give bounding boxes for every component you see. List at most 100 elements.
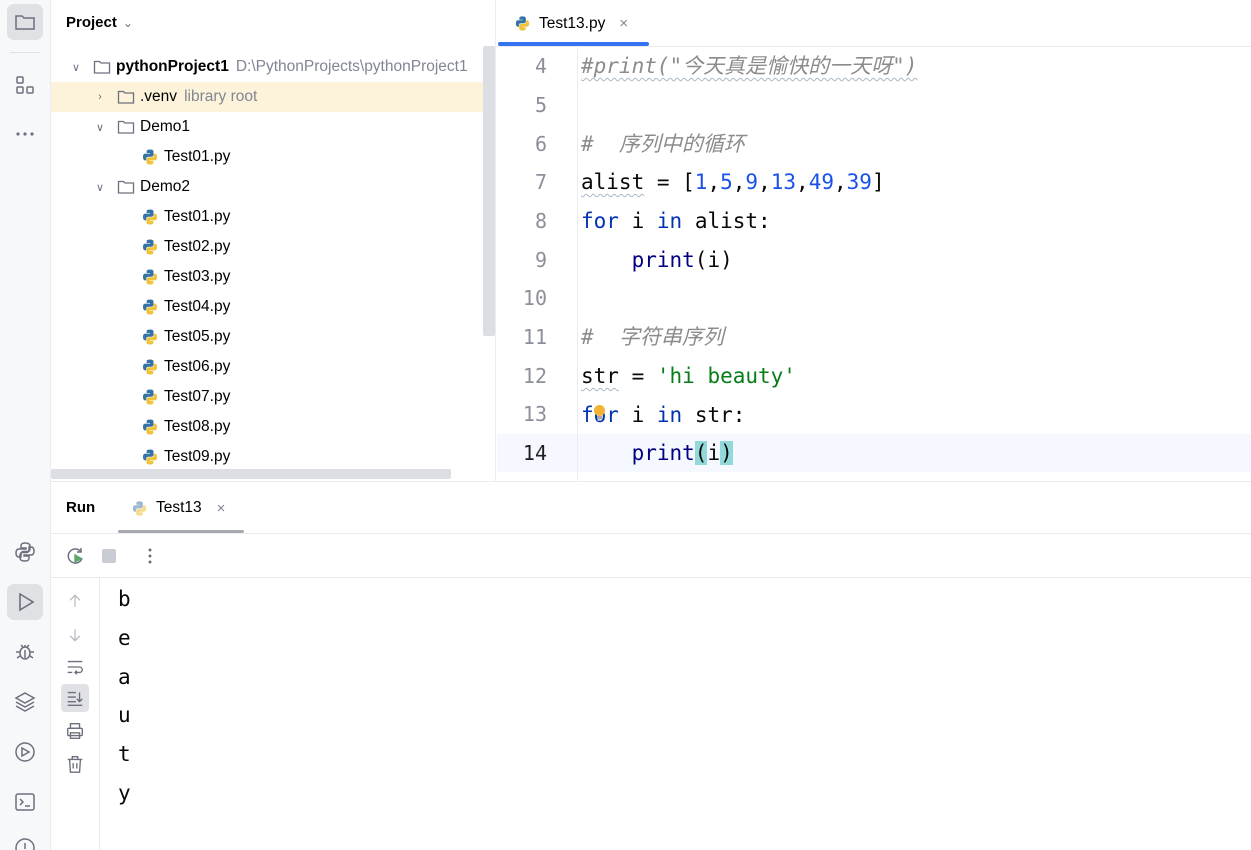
line-number: 4: [534, 54, 547, 78]
line-number-current: 14: [522, 441, 547, 465]
chevron-down-icon[interactable]: ⌄: [123, 16, 133, 30]
tree-item-label: Test09.py: [164, 448, 231, 465]
tree-item-file[interactable]: Test09.py: [51, 442, 495, 472]
python-file-icon: [143, 299, 157, 315]
tree-item-file[interactable]: Test01.py: [51, 142, 495, 172]
code-comment: #print("今天真是愉快的一天呀"): [581, 54, 918, 78]
tree-item-label: Test08.py: [164, 418, 231, 435]
code-keyword: in: [656, 403, 683, 427]
arrow-down-icon[interactable]: [64, 624, 86, 646]
tree-item-label: Test01.py: [164, 208, 231, 225]
problems-icon[interactable]: [7, 830, 43, 850]
run-side-toolbar: [51, 578, 100, 850]
rerun-icon[interactable]: [66, 546, 86, 566]
code-line-12[interactable]: str = 'hi beauty': [581, 357, 796, 396]
tree-item-label: Test05.py: [164, 328, 231, 345]
tree-item-path: D:\PythonProjects\pythonProject1: [235, 58, 468, 75]
chevron-down-icon[interactable]: ∨: [93, 180, 107, 194]
services-icon[interactable]: [7, 734, 43, 770]
code-line-9[interactable]: print(i): [581, 241, 733, 280]
chevron-down-icon[interactable]: ∨: [69, 60, 83, 74]
code-keyword: for: [581, 209, 619, 233]
run-icon[interactable]: [7, 584, 43, 620]
print-icon[interactable]: [64, 720, 86, 742]
tree-item-pythonproject1[interactable]: ∨ pythonProject1 D:\PythonProjects\python…: [51, 52, 495, 82]
code-operator: = [: [644, 170, 695, 194]
terminal-icon[interactable]: [7, 784, 43, 820]
code-paren-highlight: (: [694, 441, 708, 465]
code-comment: # 字符串序列: [581, 325, 724, 349]
chevron-down-icon[interactable]: ∨: [93, 120, 107, 134]
code-comma: ,: [758, 170, 771, 194]
python-file-icon: [143, 209, 157, 225]
soft-wrap-icon[interactable]: [64, 656, 86, 678]
tab-test13-py[interactable]: Test13.py ×: [497, 0, 649, 47]
run-tool-window: Run Test13 × b e a u t y: [51, 481, 1251, 850]
run-title: Run: [66, 499, 96, 516]
tree-item-file[interactable]: Test02.py: [51, 232, 495, 262]
line-number: 8: [534, 209, 547, 233]
code-line-4[interactable]: #print("今天真是愉快的一天呀"): [581, 47, 917, 86]
tree-item-demo2[interactable]: ∨ Demo2: [51, 172, 495, 202]
debug-icon[interactable]: [7, 634, 43, 670]
editor-tab-bar: Test13.py ×: [497, 0, 1251, 47]
python-file-icon: [143, 419, 157, 435]
tree-item-file[interactable]: Test06.py: [51, 352, 495, 382]
code-line-14[interactable]: print(i): [581, 434, 733, 473]
code-comma: ,: [707, 170, 721, 194]
run-header: Run Test13 ×: [51, 482, 1251, 534]
lightbulb-icon[interactable]: [592, 404, 607, 422]
structure-icon[interactable]: [7, 67, 43, 103]
project-icon[interactable]: [7, 4, 43, 40]
tree-item-label: Test04.py: [164, 298, 231, 315]
arrow-up-icon[interactable]: [64, 590, 86, 612]
code-line-6[interactable]: # 序列中的循环: [581, 125, 745, 164]
code-number: 39: [846, 170, 872, 194]
tree-item-demo1[interactable]: ∨ Demo1: [51, 112, 495, 142]
code-number: 9: [745, 170, 759, 194]
code-bracket: ]: [871, 170, 885, 194]
line-number: 10: [522, 286, 547, 310]
python-console-icon[interactable]: [7, 534, 43, 570]
horizontal-scrollbar[interactable]: [51, 469, 451, 479]
vertical-scrollbar[interactable]: [483, 46, 495, 336]
active-tab-indicator: [498, 42, 649, 46]
more-vertical-icon[interactable]: [140, 546, 160, 566]
folder-icon: [117, 180, 135, 194]
run-action-bar: [51, 534, 1251, 578]
code-comma: ,: [833, 170, 847, 194]
code-line-8[interactable]: for i in alist:: [581, 202, 771, 241]
tree-item-label: Test06.py: [164, 358, 231, 375]
output-line: u: [118, 703, 131, 727]
code-text: i: [618, 403, 657, 427]
code-identifier: str: [581, 364, 619, 388]
tree-item-file[interactable]: Test08.py: [51, 412, 495, 442]
code-text: (i): [694, 248, 733, 272]
run-tab-test13[interactable]: Test13 ×: [131, 482, 225, 534]
tree-item-label: Test02.py: [164, 238, 231, 255]
code-line-11[interactable]: # 字符串序列: [581, 318, 724, 357]
close-icon[interactable]: ×: [217, 500, 226, 517]
tree-item-venv[interactable]: › .venv library root: [51, 82, 495, 112]
tree-item-file[interactable]: Test05.py: [51, 322, 495, 352]
tree-item-file[interactable]: Test04.py: [51, 292, 495, 322]
tree-item-file[interactable]: Test01.py: [51, 202, 495, 232]
project-panel-header[interactable]: Project ⌄: [51, 0, 495, 45]
more-icon[interactable]: [7, 116, 43, 152]
stop-icon[interactable]: [99, 546, 119, 566]
chevron-right-icon[interactable]: ›: [93, 90, 107, 104]
scroll-to-end-icon[interactable]: [61, 684, 89, 712]
trash-icon[interactable]: [64, 753, 86, 775]
code-text: i: [618, 209, 657, 233]
python-file-icon: [143, 149, 157, 165]
close-icon[interactable]: ×: [619, 15, 628, 32]
layers-icon[interactable]: [7, 684, 43, 720]
python-file-icon: [143, 269, 157, 285]
tree-item-file[interactable]: Test07.py: [51, 382, 495, 412]
output-line: y: [118, 781, 131, 805]
code-string: 'hi beauty': [656, 364, 796, 388]
code-line-7[interactable]: alist = [1,5,9,13,49,39]: [581, 163, 885, 202]
tree-item-file[interactable]: Test03.py: [51, 262, 495, 292]
